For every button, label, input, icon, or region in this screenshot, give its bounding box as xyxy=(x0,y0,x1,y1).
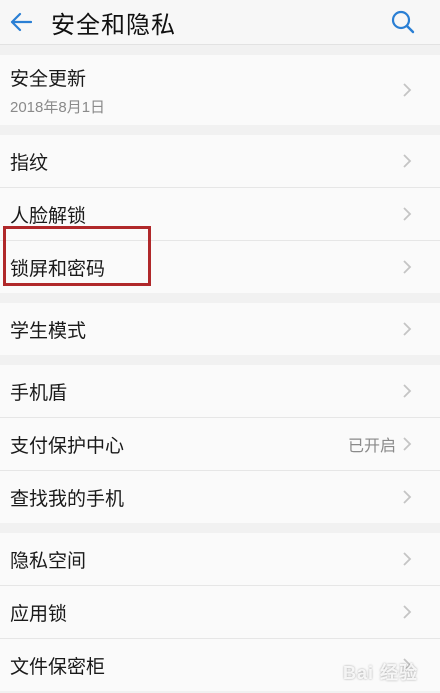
chevron-right-icon xyxy=(403,83,412,97)
settings-item-student-mode[interactable]: 学生模式 xyxy=(0,303,440,355)
settings-group-updates: 安全更新 2018年8月1日 xyxy=(0,55,440,125)
chevron-right-icon xyxy=(403,490,412,504)
item-subtitle: 2018年8月1日 xyxy=(10,98,106,116)
item-label: 手机盾 xyxy=(10,382,68,404)
item-label: 支付保护中心 xyxy=(10,435,125,457)
item-label: 人脸解锁 xyxy=(10,205,87,227)
settings-item-find-my-phone[interactable]: 查找我的手机 xyxy=(0,471,440,523)
item-label: 隐私空间 xyxy=(10,550,87,572)
watermark: Bai 经验 xyxy=(342,663,418,683)
settings-item-phone-shield[interactable]: 手机盾 xyxy=(0,365,440,418)
back-button[interactable] xyxy=(8,9,34,35)
chevron-right-icon xyxy=(403,207,412,221)
item-label: 查找我的手机 xyxy=(10,488,125,510)
chevron-right-icon xyxy=(403,260,412,274)
chevron-right-icon xyxy=(403,154,412,168)
chevron-right-icon xyxy=(403,384,412,398)
item-label: 应用锁 xyxy=(10,603,68,625)
chevron-right-icon xyxy=(403,322,412,336)
item-label: 学生模式 xyxy=(10,320,87,342)
settings-item-security-update[interactable]: 安全更新 2018年8月1日 xyxy=(0,55,440,125)
app-bar: 安全和隐私 xyxy=(0,0,440,45)
settings-group-student: 学生模式 xyxy=(0,303,440,355)
settings-item-app-lock[interactable]: 应用锁 xyxy=(0,586,440,639)
item-label: 文件保密柜 xyxy=(10,656,106,678)
search-icon xyxy=(391,10,415,34)
settings-group-protection: 手机盾 支付保护中心 已开启 查找我的手机 xyxy=(0,365,440,523)
chevron-right-icon xyxy=(403,552,412,566)
chevron-right-icon xyxy=(403,605,412,619)
item-label: 指纹 xyxy=(10,152,49,174)
settings-item-fingerprint[interactable]: 指纹 xyxy=(0,135,440,188)
status-text: 已开启 xyxy=(347,438,396,455)
highlight-box xyxy=(3,226,151,286)
chevron-right-icon xyxy=(403,437,412,451)
page-title: 安全和隐私 xyxy=(51,11,176,39)
arrow-left-icon xyxy=(10,12,32,32)
settings-item-private-space[interactable]: 隐私空间 xyxy=(0,533,440,586)
search-button[interactable] xyxy=(390,9,416,35)
item-label: 安全更新 xyxy=(10,68,87,90)
settings-item-payment-protection[interactable]: 支付保护中心 已开启 xyxy=(0,418,440,471)
